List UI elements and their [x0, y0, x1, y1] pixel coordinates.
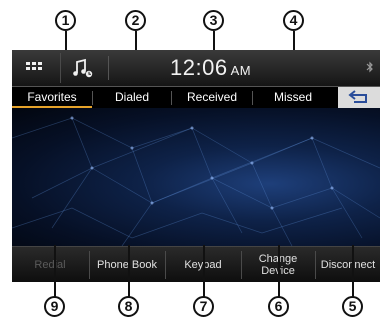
apps-grid-icon: [26, 62, 42, 70]
tab-favorites[interactable]: Favorites: [12, 87, 92, 108]
status-bar: 12:06 AM: [12, 50, 380, 87]
back-button[interactable]: [338, 87, 380, 108]
leader-line-9: [54, 245, 56, 297]
tab-missed[interactable]: Missed: [253, 87, 333, 108]
music-button[interactable]: [60, 53, 101, 83]
callout-4: 4: [283, 10, 304, 31]
clock-time: 12:06: [170, 55, 228, 80]
clock-ampm: AM: [230, 63, 252, 78]
back-arrow-icon: [348, 90, 367, 103]
music-note-icon: [73, 58, 93, 78]
callout-8: 8: [118, 296, 139, 317]
redial-button[interactable]: Redial: [12, 247, 88, 282]
tab-received[interactable]: Received: [172, 87, 252, 108]
callout-6: 6: [268, 296, 289, 317]
callout-7: 7: [193, 296, 214, 317]
phone-book-button[interactable]: Phone Book: [90, 247, 164, 282]
divider: [108, 56, 109, 80]
callout-5: 5: [342, 296, 363, 317]
wallpaper-network-pattern: [12, 116, 380, 247]
disconnect-button[interactable]: Disconnect: [316, 247, 380, 282]
callout-9: 9: [44, 296, 65, 317]
call-history-tabs: Favorites Dialed Received Missed: [12, 87, 380, 108]
apps-button[interactable]: [16, 53, 56, 83]
callout-2: 2: [125, 10, 146, 31]
phone-screen: 12:06 AM Favorites Dialed Received Missed: [12, 50, 380, 282]
bluetooth-status: [366, 60, 374, 79]
callout-1: 1: [55, 10, 76, 31]
bluetooth-icon: [366, 61, 373, 73]
clock: 12:06 AM: [170, 55, 251, 81]
leader-line-7: [203, 245, 205, 297]
wallpaper: [12, 108, 380, 247]
leader-line-5: [352, 245, 354, 297]
button-divider: [241, 251, 242, 279]
callout-3: 3: [203, 10, 224, 31]
tab-dialed[interactable]: Dialed: [93, 87, 171, 108]
phone-action-bar: Redial Phone Book Keypad Change Device D…: [12, 246, 380, 282]
leader-line-8: [128, 245, 130, 297]
leader-line-6: [278, 245, 280, 297]
